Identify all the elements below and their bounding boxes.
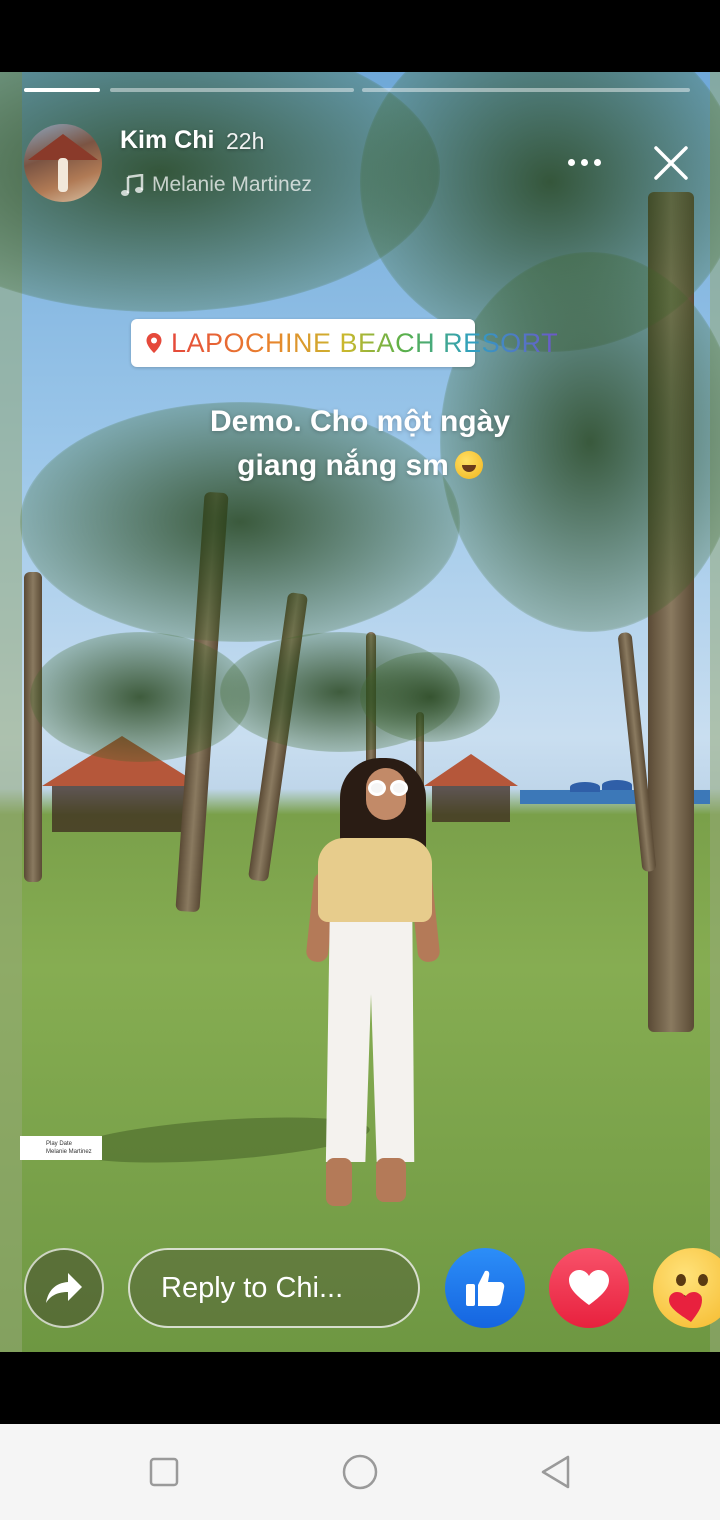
system-navigation-bar: [0, 1424, 720, 1520]
palm-fronds: [360, 652, 500, 742]
close-icon[interactable]: [648, 140, 694, 186]
story-photo[interactable]: [0, 72, 720, 1352]
screen: Kim Chi 22h Melanie Martinez LAPOCHINE B…: [0, 0, 720, 1520]
palm-trunk: [24, 572, 42, 882]
more-icon[interactable]: [560, 148, 608, 176]
shadow: [68, 1109, 372, 1171]
story-progress-3: [362, 88, 690, 92]
story-progress-2: [110, 88, 354, 92]
hut: [52, 786, 192, 832]
post-time: 22h: [226, 128, 265, 154]
location-name: LAPOCHINE BEACH RESORT: [171, 327, 559, 358]
share-icon: [46, 1273, 82, 1303]
avatar[interactable]: [24, 124, 102, 202]
music-title[interactable]: Melanie Martinez: [152, 173, 312, 197]
music-note-icon: [121, 174, 144, 196]
back-button[interactable]: [536, 1452, 576, 1492]
sunglasses: [368, 780, 410, 796]
laughing-emoji-icon: [454, 451, 483, 479]
circle-icon: [342, 1454, 378, 1490]
love-reaction-button[interactable]: [549, 1248, 629, 1328]
square-icon: [149, 1457, 179, 1487]
caption-line: Demo. Cho một ngày: [209, 405, 510, 438]
music-credit-sticker[interactable]: Play Date Melanie Martinez: [20, 1136, 102, 1160]
care-reaction-button[interactable]: [653, 1248, 720, 1328]
music-credit-song: Play Date: [46, 1141, 73, 1147]
back-triangle-icon: [541, 1455, 570, 1489]
location-pin-icon: [146, 333, 162, 353]
music-credit-artist: Melanie Martinez: [46, 1149, 92, 1155]
user-name[interactable]: Kim Chi: [120, 126, 214, 155]
reply-input[interactable]: Reply to Chi...: [128, 1248, 420, 1328]
caption-line: giang nắng sm: [237, 449, 449, 482]
care-emoji-icon: [669, 1274, 708, 1322]
recents-button[interactable]: [144, 1452, 184, 1492]
heart-icon: [569, 1270, 609, 1305]
share-button[interactable]: [24, 1248, 104, 1328]
like-reaction-button[interactable]: [445, 1248, 525, 1328]
home-button[interactable]: [340, 1452, 380, 1492]
person-foot: [376, 1158, 406, 1202]
thumbs-up-icon: [466, 1270, 505, 1306]
story-caption: Demo. Cho một ngày giang nắng sm: [100, 400, 620, 488]
hut: [432, 786, 510, 822]
story-progress-1: [24, 88, 100, 92]
location-sticker[interactable]: LAPOCHINE BEACH RESORT: [131, 319, 558, 367]
person-foot: [326, 1158, 352, 1206]
umbrella: [570, 782, 600, 792]
person-pants: [325, 922, 415, 1162]
palm-fronds: [30, 632, 250, 762]
hut-roof: [424, 754, 518, 786]
umbrella: [602, 780, 632, 790]
person-top: [318, 838, 432, 922]
